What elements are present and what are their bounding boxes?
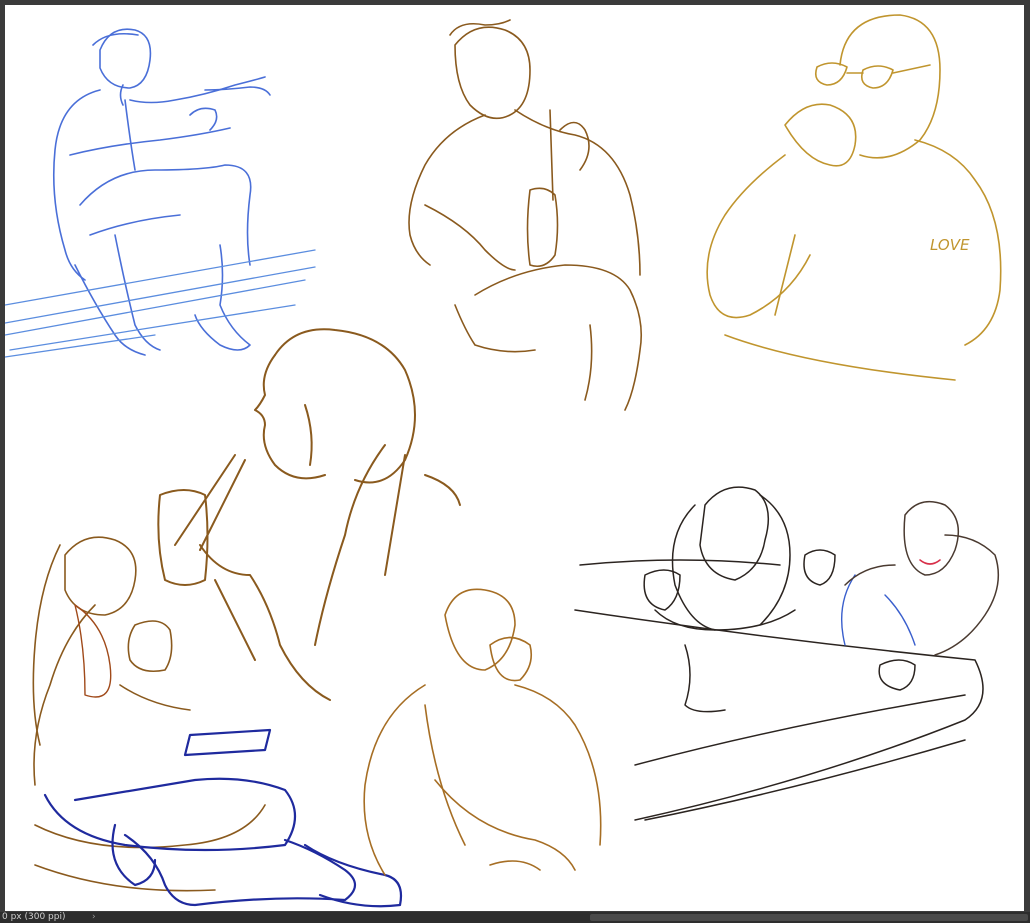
sketch-rail-lines (5, 249, 316, 358)
zoom-resolution-info: 0 px (300 ppi) (2, 912, 66, 922)
horizontal-scrollbar[interactable] (590, 914, 1028, 921)
sketch-artwork: LOVE (5, 14, 1002, 908)
sketch-laughing-woman (844, 500, 1000, 656)
sketch-women-at-bar (574, 486, 984, 821)
laughing-mouth (919, 559, 941, 565)
drawing-paper[interactable]: LOVE (5, 5, 1024, 911)
chevron-icon[interactable]: › (92, 912, 96, 923)
status-bar: 0 px (300 ppi) › (0, 912, 1030, 923)
sketch-man-drinking-straw (157, 328, 461, 701)
sketch-man-sunglasses (706, 14, 1002, 381)
sketch-man-with-drink (408, 19, 643, 411)
sketch-woman-legs-navy (43, 728, 403, 908)
sketch-laughing-woman-blue (840, 574, 916, 646)
woman-hair-shading (74, 604, 112, 698)
drawing-canvas-area[interactable]: LOVE (0, 0, 1030, 912)
sketch-man-drinking-glass (363, 588, 602, 876)
love-annotation: LOVE (930, 236, 970, 254)
sketch-woman-with-book (32, 536, 266, 892)
